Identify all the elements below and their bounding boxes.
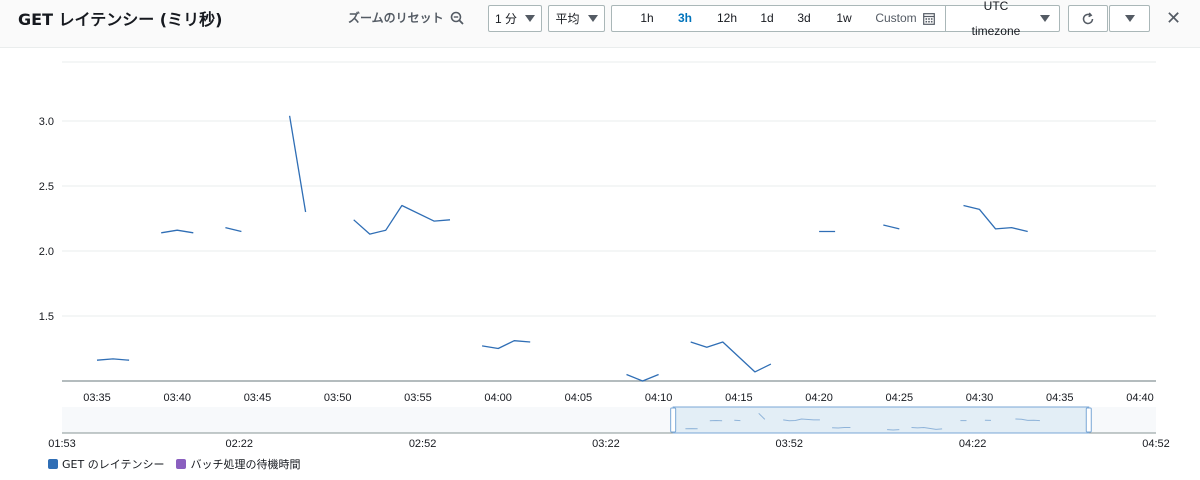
- legend-item-batch-wait[interactable]: バッチ処理の待機時間: [176, 456, 300, 472]
- x-tick-label: 04:05: [565, 392, 593, 404]
- overview-x-tick-label: 04:22: [959, 438, 987, 450]
- series-line-segment: [225, 226, 242, 233]
- x-tick-label: 03:45: [244, 392, 272, 404]
- series-line-segment: [963, 204, 1028, 233]
- x-tick-label: 04:15: [725, 392, 753, 404]
- x-axis: 03:35 03:40 03:45 03:50 03:55 04:00 04:05 04:10…: [62, 380, 1156, 404]
- overview-x-tick-label: 04:52: [1142, 438, 1170, 450]
- x-tick-label: 03:55: [404, 392, 432, 404]
- overview-x-tick-label: 01:53: [48, 438, 76, 450]
- legend-swatch: [48, 459, 58, 469]
- overview-x-tick-label: 03:22: [592, 438, 620, 450]
- overview-navigator[interactable]: 01:53 02:22 02:52 03:22 03:52 04:22 04:52: [48, 406, 1170, 450]
- legend-swatch: [176, 459, 187, 469]
- series-line-segment: [883, 224, 900, 230]
- chart-legend: GET のレイテンシー バッチ処理の待機時間: [48, 456, 300, 472]
- overview-x-tick-label: 02:22: [225, 438, 253, 450]
- brush-handle-left: [670, 407, 677, 433]
- series-line-segment: [481, 340, 531, 350]
- x-tick-label: 04:35: [1046, 392, 1074, 404]
- x-tick-label: 04:30: [966, 392, 994, 404]
- series-line-segment: [288, 115, 307, 213]
- overview-x-tick-label: 03:52: [776, 438, 804, 450]
- legend-label: バッチ処理の待機時間: [190, 458, 301, 471]
- latency-chart: 1.5 2.0 2.5 3.0 03:35 03:40 03:45 03:50 03:55 04…: [39, 61, 1170, 450]
- series-line-segment: [353, 204, 451, 235]
- series-line-segment: [96, 358, 130, 361]
- series-line-segment: [690, 341, 772, 373]
- series-line-segment: [626, 373, 659, 382]
- y-axis: 1.5 2.0 2.5 3.0: [39, 116, 54, 323]
- overview-x-tick-label: 02:52: [409, 438, 437, 450]
- x-tick-label: 04:10: [645, 392, 673, 404]
- y-tick-label: 3.0: [39, 116, 54, 128]
- x-tick-label: 03:50: [324, 392, 352, 404]
- legend-label: GET のレイテンシー: [62, 458, 165, 471]
- brush-handle-right: [1085, 407, 1092, 433]
- chart-grid: [62, 61, 1156, 317]
- y-tick-label: 1.5: [39, 311, 54, 323]
- series-line-segment: [161, 229, 194, 234]
- x-tick-label: 04:40: [1126, 392, 1154, 404]
- x-tick-label: 04:20: [805, 392, 833, 404]
- legend-item-get-latency[interactable]: GET のレイテンシー: [48, 456, 164, 472]
- x-tick-label: 04:25: [886, 392, 914, 404]
- x-tick-label: 03:40: [163, 392, 191, 404]
- y-tick-label: 2.0: [39, 246, 54, 258]
- x-tick-label: 03:35: [83, 392, 111, 404]
- series-lines: [96, 115, 1028, 382]
- y-tick-label: 2.5: [39, 181, 54, 193]
- x-tick-label: 04:00: [484, 392, 512, 404]
- overview-brush: [672, 406, 1090, 434]
